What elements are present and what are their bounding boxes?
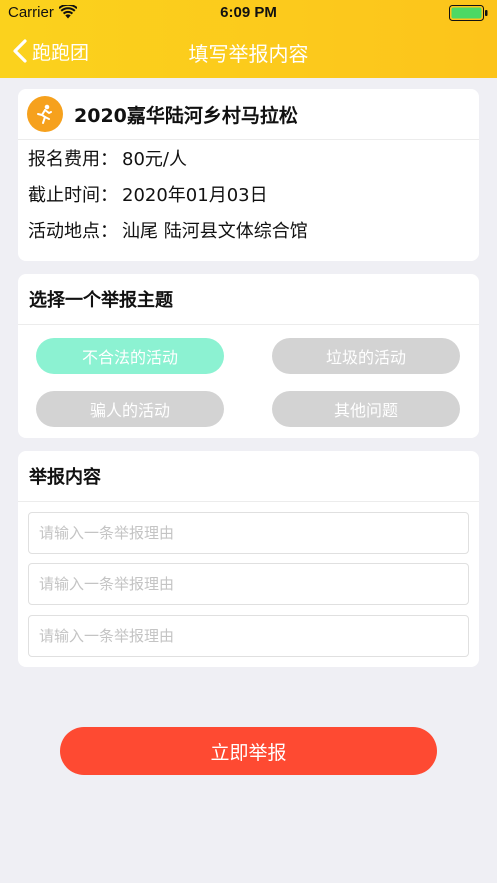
runner-icon	[27, 96, 63, 132]
topic-card: 选择一个举报主题 不合法的活动 垃圾的活动 骗人的活动 其他问题	[18, 274, 479, 438]
topic-option-illegal[interactable]: 不合法的活动	[36, 338, 224, 374]
topic-heading: 选择一个举报主题	[18, 274, 479, 325]
event-location-row: 活动地点： 汕尾 陆河县文体综合馆	[18, 212, 479, 248]
status-time: 6:09 PM	[220, 4, 277, 21]
status-bar: Carrier 6:09 PM	[0, 0, 497, 26]
event-location-label: 活动地点：	[28, 221, 118, 242]
report-card: 举报内容	[18, 451, 479, 667]
topic-option-other[interactable]: 其他问题	[272, 391, 460, 427]
event-fee-value: 80元/人	[122, 149, 187, 170]
event-deadline-row: 截止时间： 2020年01月03日	[18, 176, 479, 212]
page-title: 填写举报内容	[188, 42, 309, 66]
report-heading: 举报内容	[18, 451, 479, 502]
event-fee-label: 报名费用：	[28, 149, 118, 170]
report-reason-input-2[interactable]	[28, 563, 469, 605]
event-name: 2020嘉华陆河乡村马拉松	[74, 104, 298, 127]
header-bar: Carrier 6:09 PM 跑跑团 填写举报内容	[0, 0, 497, 78]
event-location-value: 汕尾 陆河县文体综合馆	[122, 221, 308, 242]
submit-report-button[interactable]: 立即举报	[60, 727, 437, 775]
event-card: 2020嘉华陆河乡村马拉松 报名费用： 80元/人 截止时间： 2020年01月…	[18, 89, 479, 261]
event-deadline-label: 截止时间：	[28, 185, 118, 206]
topic-option-spam[interactable]: 垃圾的活动	[272, 338, 460, 374]
event-header: 2020嘉华陆河乡村马拉松	[18, 89, 479, 140]
event-deadline-value: 2020年01月03日	[122, 185, 268, 206]
event-fee-row: 报名费用： 80元/人	[18, 140, 479, 176]
battery-icon	[449, 5, 488, 21]
report-reason-input-1[interactable]	[28, 512, 469, 554]
report-reason-input-3[interactable]	[28, 615, 469, 657]
topic-option-scam[interactable]: 骗人的活动	[36, 391, 224, 427]
